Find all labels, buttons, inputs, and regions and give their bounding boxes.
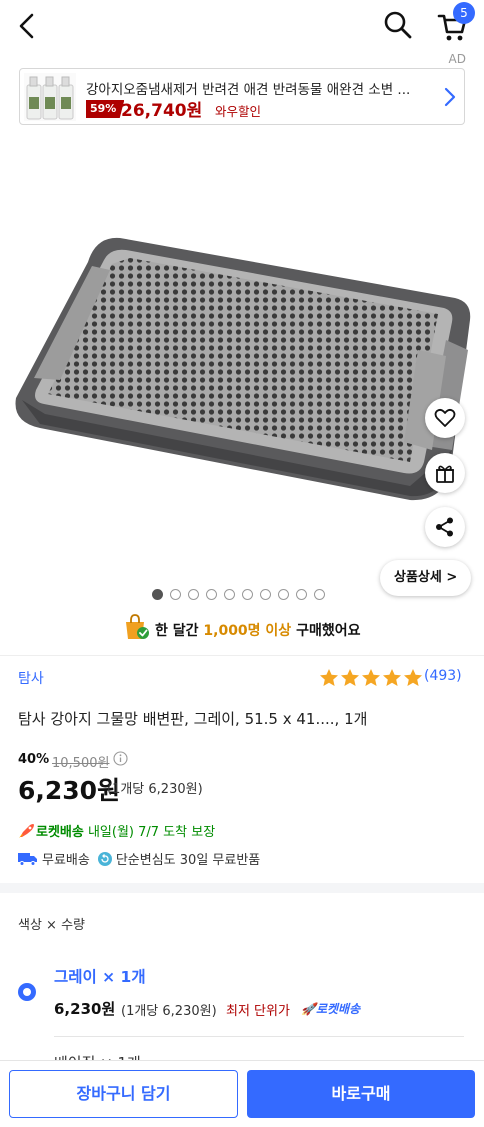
option-rocket-badge: 🚀로켓배송 <box>301 1002 361 1016</box>
option-unit-price: (1개당 6,230원) <box>121 1004 217 1019</box>
option-price: 6,230원 <box>54 1000 116 1018</box>
add-to-cart-button[interactable]: 장바구니 담기 <box>9 1070 238 1118</box>
bottom-action-bar: 장바구니 담기 바로구매 <box>0 1060 484 1127</box>
rocket-icon <box>19 824 34 838</box>
ad-product-thumbnail <box>24 73 76 121</box>
shopping-bag-icon <box>126 614 149 639</box>
image-pagination-dots <box>152 589 325 601</box>
option-title: 색상 × 수량 <box>18 918 85 933</box>
review-count[interactable]: (493) <box>424 668 462 684</box>
purchase-stat-text: 한 달간 1,000명 이상 구매했어요 <box>155 623 361 639</box>
pagination-dot[interactable] <box>260 589 271 600</box>
section-divider <box>0 883 484 893</box>
pagination-dot[interactable] <box>152 589 163 600</box>
sale-price: 6,230원 <box>18 776 121 805</box>
ad-banner[interactable]: 강아지오줌냄새제거 반려견 애견 반려동물 애완견 소변 ... 59% 26,… <box>19 68 465 125</box>
back-arrow-icon[interactable] <box>12 10 42 42</box>
star-icon <box>320 669 338 686</box>
wishlist-button[interactable] <box>425 398 465 438</box>
heart-icon <box>434 408 456 427</box>
pagination-dot[interactable] <box>296 589 307 600</box>
free-return: 단순변심도 30일 무료반품 <box>115 853 261 868</box>
chevron-right-icon <box>444 87 456 107</box>
free-shipping: 무료배송 <box>42 853 90 868</box>
product-image[interactable] <box>0 200 484 530</box>
ad-title: 강아지오줌냄새제거 반려견 애견 반려동물 애완견 소변 ... <box>86 82 411 98</box>
original-price: 10,500원 <box>52 756 110 771</box>
divider <box>0 655 484 656</box>
rocket-label: 로켓배송 <box>36 825 84 840</box>
brand-link[interactable]: 탐사 <box>18 668 44 688</box>
product-name: 탐사 강아지 그물망 배변판, 그레이, 51.5 x 41...., 1개 <box>18 710 368 728</box>
option-radio-selected[interactable] <box>18 983 36 1001</box>
rating-stars[interactable] <box>319 668 423 687</box>
lowest-unit-price-tag: 최저 단위가 <box>226 1004 290 1019</box>
star-icon <box>362 669 380 686</box>
gift-button[interactable] <box>425 453 465 493</box>
return-icon <box>97 851 112 866</box>
rocket-delivery-info: 로켓배송 내일(월) 7/7 도착 보장 <box>18 821 215 840</box>
option-divider <box>54 1036 464 1037</box>
pagination-dot[interactable] <box>170 589 181 600</box>
buy-now-button[interactable]: 바로구매 <box>247 1070 475 1118</box>
ad-label: AD <box>448 52 466 66</box>
info-icon[interactable] <box>113 751 128 766</box>
search-icon[interactable] <box>382 9 414 41</box>
pagination-dot[interactable] <box>314 589 325 600</box>
product-detail-button[interactable]: 상품상세 > <box>380 560 472 596</box>
pagination-dot[interactable] <box>278 589 289 600</box>
option-name[interactable]: 그레이 × 1개 <box>54 965 146 987</box>
star-icon <box>341 669 359 686</box>
truck-icon <box>18 852 37 866</box>
gift-icon <box>436 465 454 483</box>
pagination-dot[interactable] <box>242 589 253 600</box>
share-icon <box>436 517 453 537</box>
pagination-dot[interactable] <box>188 589 199 600</box>
discount-percent: 40% <box>18 752 50 767</box>
ad-discount-badge: 59% <box>86 100 125 118</box>
delivery-date: 내일(월) 7/7 도착 보장 <box>83 825 216 840</box>
ad-price: 26,740원 <box>121 101 203 121</box>
share-button[interactable] <box>425 507 465 547</box>
shipping-benefits: 무료배송 단순변심도 30일 무료반품 <box>18 849 261 868</box>
cart-count-badge: 5 <box>453 2 475 24</box>
pagination-dot[interactable] <box>224 589 235 600</box>
star-icon <box>383 669 401 686</box>
star-icon <box>404 669 422 686</box>
ad-wow-discount: 와우할인 <box>215 104 262 119</box>
pagination-dot[interactable] <box>206 589 217 600</box>
unit-price: (1개당 6,230원) <box>107 782 203 797</box>
top-bar: 5 <box>0 0 484 54</box>
